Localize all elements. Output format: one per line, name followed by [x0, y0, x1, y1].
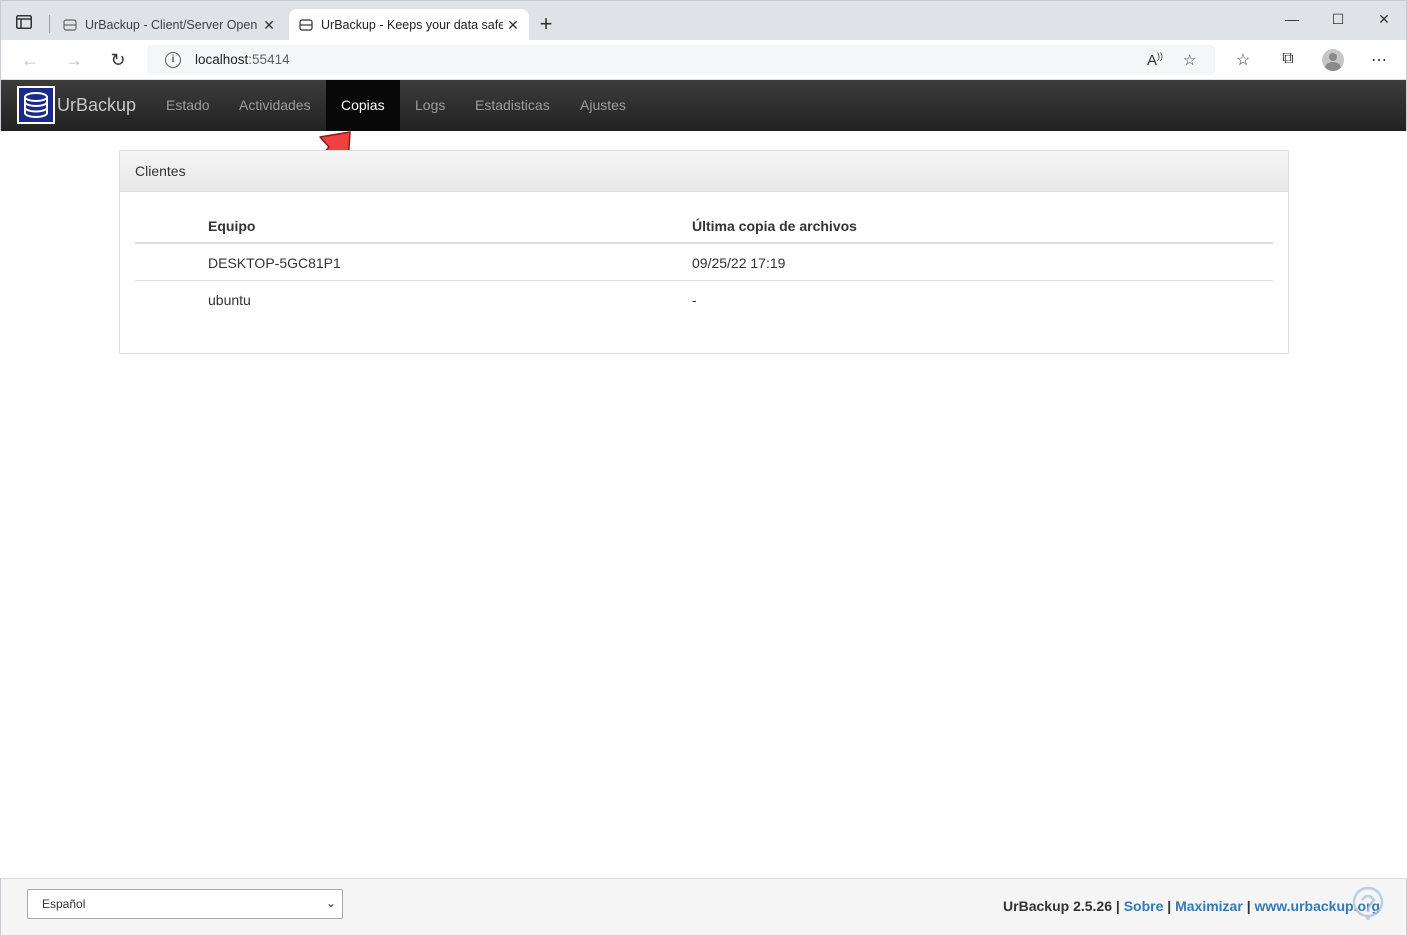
collections-icon[interactable]: ⧉	[1276, 50, 1300, 68]
forward-arrow-icon[interactable]: →	[62, 49, 86, 71]
nav-estadisticas[interactable]: Estadisticas	[460, 80, 565, 131]
column-header-equipo[interactable]: Equipo	[208, 218, 255, 234]
browser-tab-strip: UrBackup - Client/Server Open S ✕ UrBack…	[0, 0, 1407, 41]
more-options-icon[interactable]: ⋯	[1367, 50, 1391, 70]
maximize-link[interactable]: Maximizar	[1175, 898, 1243, 914]
brand-name: UrBackup	[57, 94, 137, 115]
language-select[interactable]: Español ⌄	[27, 889, 343, 919]
back-arrow-icon[interactable]: ←	[18, 49, 42, 71]
footer-links: UrBackup 2.5.26 | Sobre | Maximizar | ww…	[1003, 898, 1380, 914]
nav-copias[interactable]: Copias	[326, 80, 400, 131]
nav-logs[interactable]: Logs	[400, 80, 460, 131]
browser-tab-1[interactable]: UrBackup - Client/Server Open S ✕	[53, 9, 285, 41]
nav-actividades[interactable]: Actividades	[224, 80, 326, 131]
chevron-down-icon: ⌄	[325, 896, 336, 910]
table-row[interactable]: DESKTOP-5GC81P1 09/25/22 17:19	[135, 244, 1273, 281]
table-header: Equipo Última copia de archivos	[135, 207, 1273, 244]
last-backup: 09/25/22 17:19	[692, 255, 786, 271]
table-row[interactable]: ubuntu -	[135, 281, 1273, 318]
watermark-logo-icon	[1352, 886, 1384, 920]
browser-toolbar: ← → ↻ i localhost:55414 A)) ☆ ☆ ⧉ ⋯	[0, 40, 1407, 80]
favorites-icon[interactable]: ☆	[1231, 50, 1255, 70]
tab-actions-icon[interactable]	[13, 12, 35, 32]
close-icon[interactable]: ✕	[503, 17, 523, 34]
clients-panel: Clientes Equipo Última copia de archivos…	[119, 150, 1289, 354]
tab-separator	[49, 15, 50, 33]
brand[interactable]: UrBackup	[17, 86, 136, 124]
url-text[interactable]: localhost:55414	[195, 52, 290, 67]
browser-tab-2[interactable]: UrBackup - Keeps your data safe ✕	[289, 9, 529, 41]
client-name[interactable]: DESKTOP-5GC81P1	[208, 255, 341, 271]
reload-icon[interactable]: ↻	[106, 49, 130, 71]
clients-table: Equipo Última copia de archivos DESKTOP-…	[135, 207, 1273, 318]
column-header-ultima-copia[interactable]: Última copia de archivos	[692, 218, 857, 234]
close-window-button[interactable]: ✕	[1369, 11, 1399, 28]
footer: Español ⌄ UrBackup 2.5.26 | Sobre | Maxi…	[0, 878, 1407, 935]
database-icon	[63, 19, 77, 31]
address-bar[interactable]: i localhost:55414 A)) ☆	[147, 45, 1215, 75]
panel-heading: Clientes	[120, 151, 1288, 192]
nav-estado[interactable]: Estado	[151, 80, 225, 131]
profile-avatar[interactable]	[1322, 49, 1344, 71]
tab-title: UrBackup - Keeps your data safe	[321, 18, 503, 32]
add-favorite-icon[interactable]: ☆	[1183, 51, 1196, 69]
read-aloud-icon[interactable]: A))	[1147, 51, 1163, 69]
info-icon[interactable]: i	[165, 52, 181, 68]
about-link[interactable]: Sobre	[1124, 898, 1164, 914]
app-navbar: UrBackup Estado Actividades Copias Logs …	[0, 80, 1407, 131]
new-tab-button[interactable]: +	[535, 13, 557, 35]
last-backup: -	[692, 292, 697, 308]
client-name[interactable]: ubuntu	[208, 292, 251, 308]
urbackup-logo-icon	[17, 86, 55, 124]
maximize-button[interactable]: ☐	[1323, 11, 1353, 28]
version-text: UrBackup 2.5.26	[1003, 898, 1112, 914]
language-value: Español	[42, 897, 86, 911]
close-icon[interactable]: ✕	[259, 17, 279, 34]
minimize-button[interactable]: —	[1277, 11, 1307, 27]
database-icon	[299, 19, 313, 31]
tab-title: UrBackup - Client/Server Open S	[85, 18, 259, 32]
nav-ajustes[interactable]: Ajustes	[565, 80, 641, 131]
